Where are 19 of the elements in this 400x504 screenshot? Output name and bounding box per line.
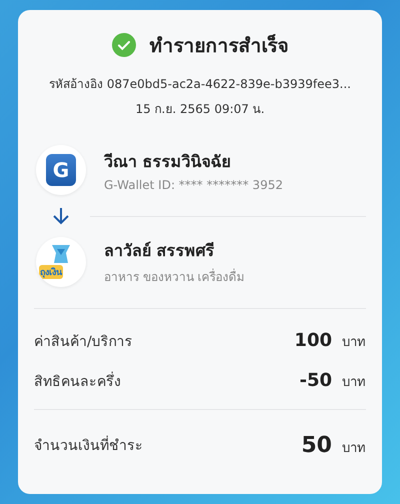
shop-logo: ถุงเงิน [36, 237, 86, 287]
party-name: ลาวัลย์ สรรพศรี [104, 240, 216, 262]
line-amount: -50 [299, 370, 332, 391]
currency-unit: บาท [342, 334, 366, 352]
check-icon [112, 33, 136, 57]
party-detail: อาหาร ของหวาน เครื่องดื่ม [104, 268, 246, 286]
status-title: ทำรายการสำเร็จ [150, 33, 288, 59]
party-name: วีณา ธรรมวินิจฉัย [104, 150, 232, 172]
total-amount: 50 [301, 432, 332, 458]
reference-text: รหัสอ้างอิง 087e0bd5-ac2a-4622-839e-b3939fee3... [48, 76, 352, 93]
total-label: จำนวนเงินที่ชำระ [34, 434, 143, 456]
line-label: สิทธิคนละครึ่ง [34, 370, 121, 392]
datetime-text: 15 ก.ย. 2565 09:07 น. [134, 101, 266, 118]
line-label: ค่าสินค้า/บริการ [34, 333, 133, 352]
currency-unit: บาท [342, 374, 366, 392]
party-detail: G-Wallet ID: **** ******* 3952 [104, 178, 284, 192]
currency-unit: บาท [342, 440, 366, 458]
wallet-logo: G [36, 145, 86, 195]
line-amount: 100 [294, 330, 332, 351]
